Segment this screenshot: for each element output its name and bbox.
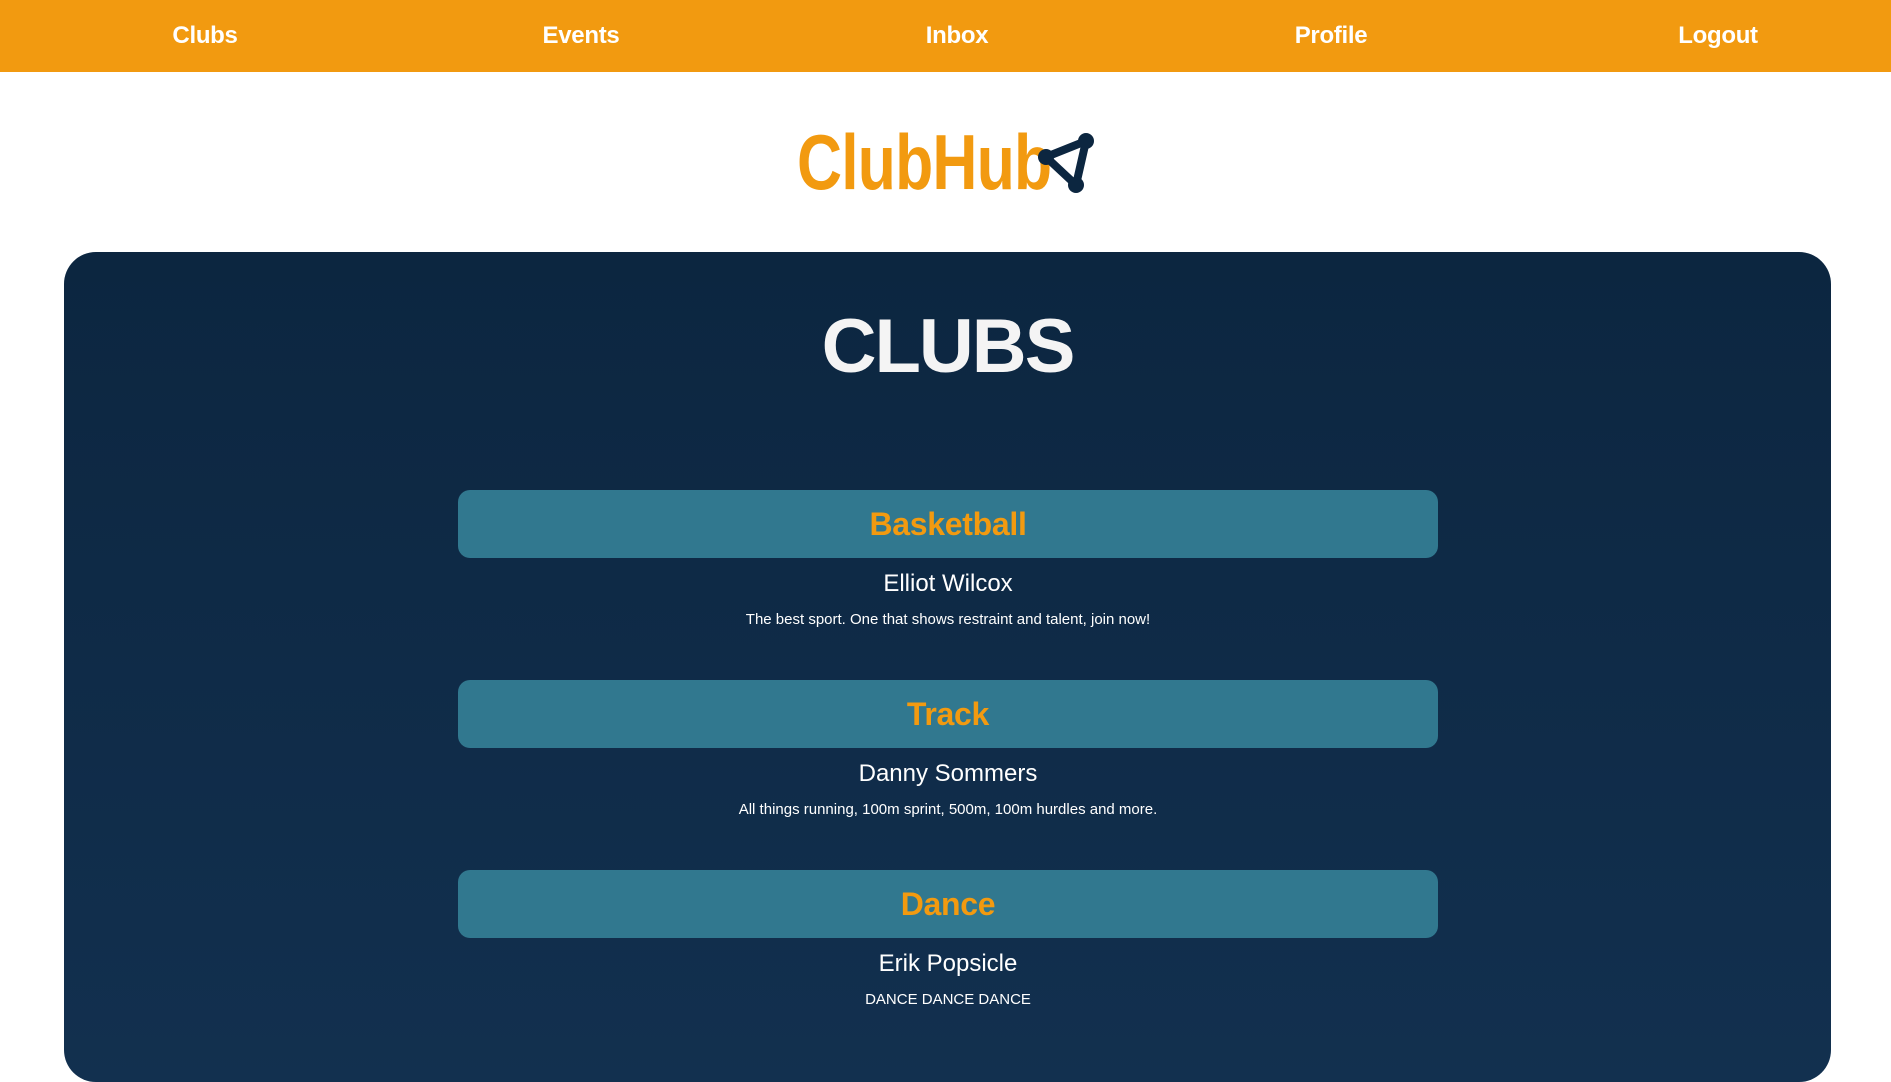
nav-link-clubs[interactable]: Clubs [172, 0, 237, 72]
nav-link-logout[interactable]: Logout [1678, 0, 1758, 72]
club-leader: Erik Popsicle [878, 950, 1018, 977]
page-title: CLUBS [821, 304, 1076, 389]
top-navigation-bar: Clubs Events Inbox Profile Logout [0, 0, 1891, 72]
club-card: Track Danny Sommers All things running, … [458, 680, 1438, 820]
club-leader: Elliot Wilcox [883, 570, 1013, 597]
club-leader: Danny Sommers [858, 760, 1038, 787]
nav-link-events[interactable]: Events [543, 0, 620, 72]
club-name-button[interactable]: Basketball [458, 490, 1438, 558]
nav-link-profile[interactable]: Profile [1295, 0, 1368, 72]
club-card: Basketball Elliot Wilcox The best sport.… [458, 490, 1438, 630]
brand-header: ClubHub [0, 72, 1891, 252]
club-description: All things running, 100m sprint, 500m, 1… [738, 801, 1158, 818]
club-name-button[interactable]: Track [458, 680, 1438, 748]
nodes-triangle-icon [1038, 133, 1094, 193]
brand-title: ClubHub [797, 118, 1052, 206]
club-description: The best sport. One that shows restraint… [745, 611, 1151, 628]
nav-link-inbox[interactable]: Inbox [926, 0, 989, 72]
club-description: DANCE DANCE DANCE [865, 991, 1031, 1008]
club-card: Dance Erik Popsicle DANCE DANCE DANCE [458, 870, 1438, 1010]
clubs-panel: CLUBS Basketball Elliot Wilcox The best … [64, 252, 1831, 1082]
club-name-button[interactable]: Dance [458, 870, 1438, 938]
